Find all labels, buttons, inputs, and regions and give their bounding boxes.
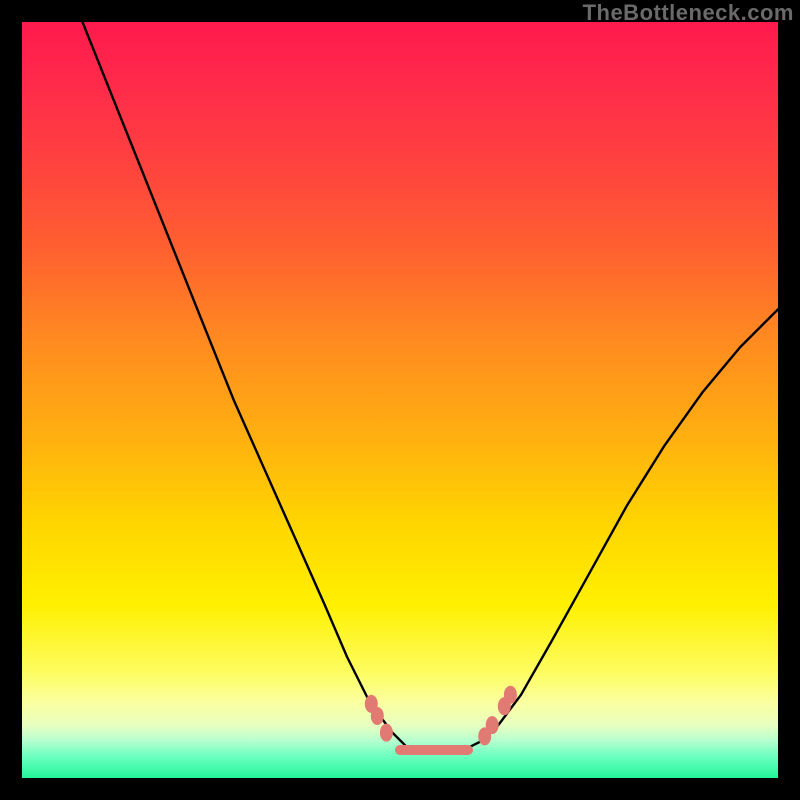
watermark-text: TheBottleneck.com [583, 0, 794, 26]
outer-black-frame: TheBottleneck.com [0, 0, 800, 800]
bottleneck-chart-svg [22, 22, 778, 778]
curve-marker-dot [380, 724, 393, 742]
curve-marker-dot [486, 716, 499, 734]
bottleneck-curve [83, 22, 779, 748]
curve-marker-group [365, 686, 517, 746]
curve-marker-dot [371, 707, 384, 725]
curve-marker-dot [504, 686, 517, 704]
plot-area [22, 22, 778, 778]
